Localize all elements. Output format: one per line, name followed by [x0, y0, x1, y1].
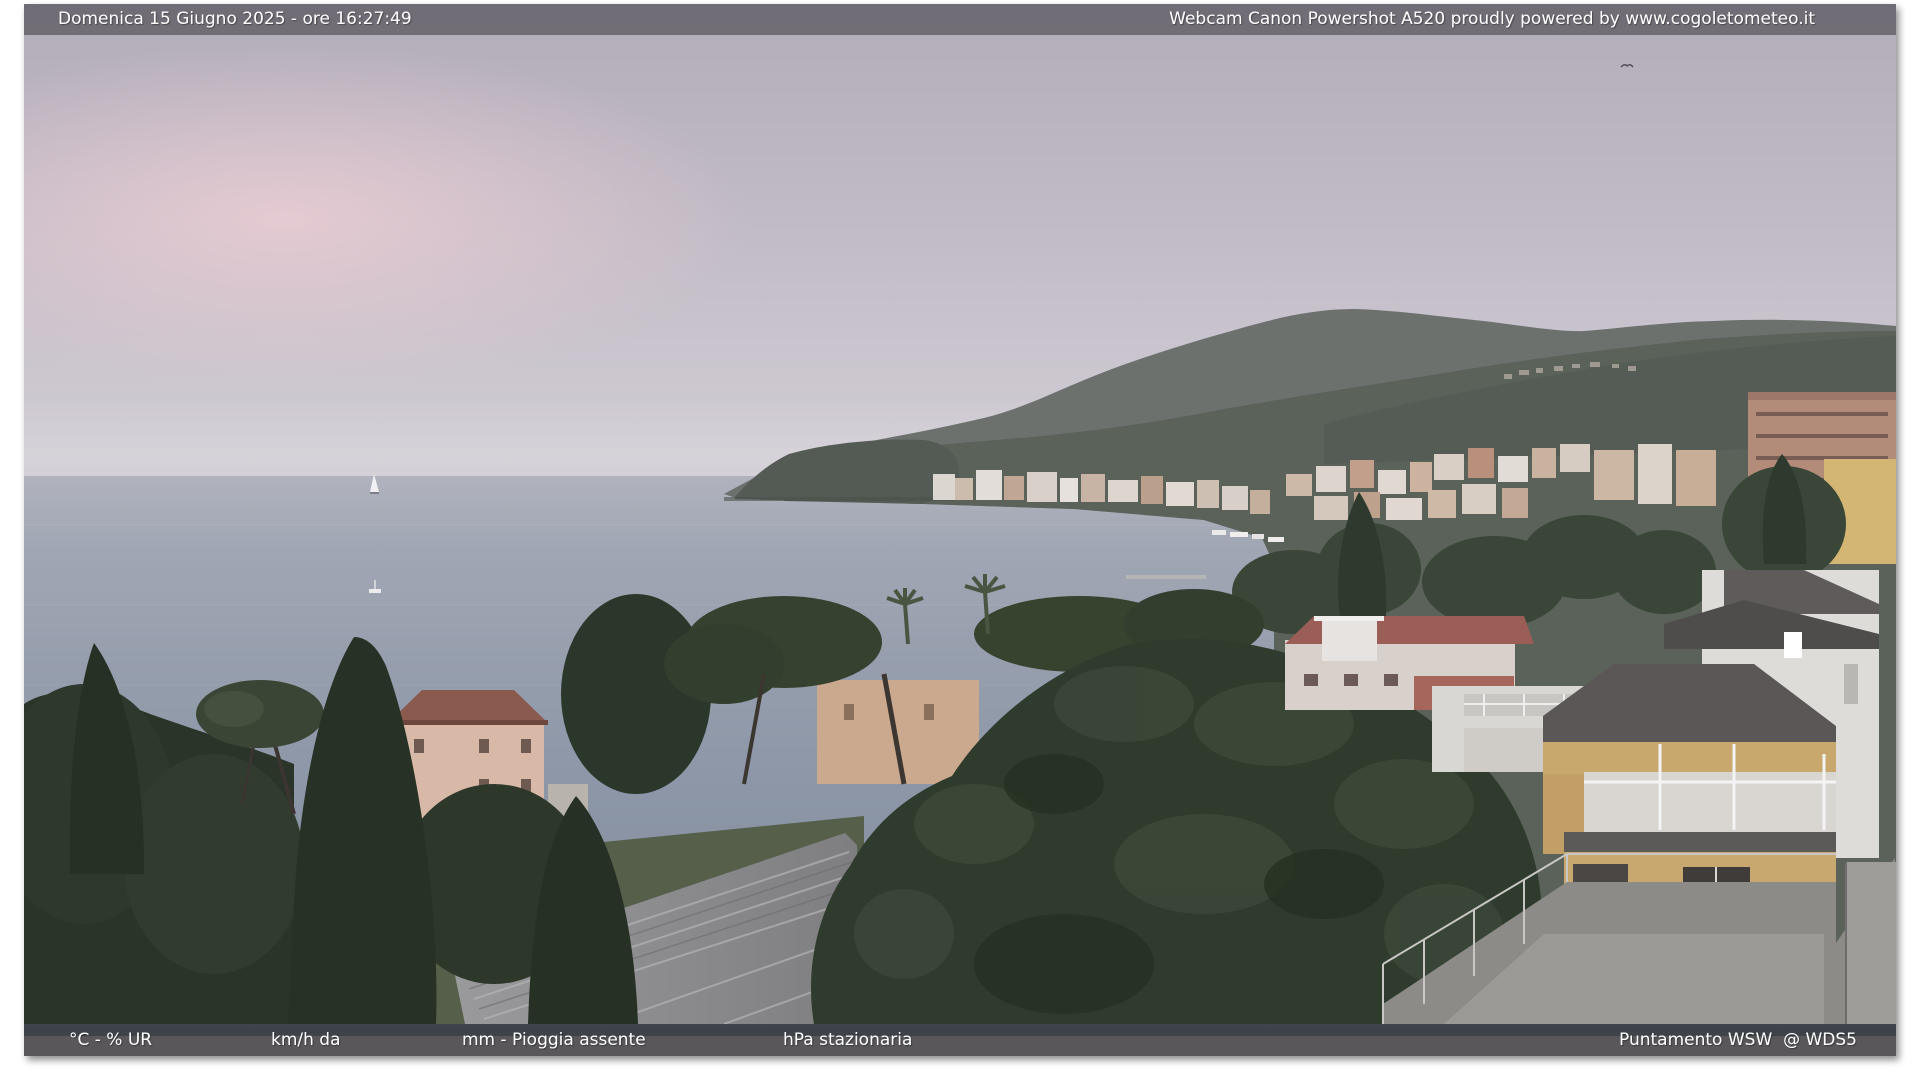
webcam-photo: [24, 4, 1896, 1036]
pressure-label: hPa stazionaria: [783, 1030, 913, 1050]
rain-cloud-icon: [414, 1026, 446, 1054]
temperature-humidity-label: °C - % UR: [69, 1030, 153, 1050]
barometer-icon: [738, 1026, 766, 1054]
pier: [1126, 575, 1206, 579]
weather-info-bar: °C - % UR km/h da mm - Pioggia assente h…: [24, 1024, 1896, 1056]
thermometer-icon: [36, 1026, 56, 1054]
webcam-credits-label: Webcam Canon Powershot A520 proudly powe…: [1169, 9, 1815, 29]
wind-speed-label: km/h da: [271, 1030, 341, 1050]
webcam-frame: Domenica 15 Giugno 2025 - ore 16:27:49 W…: [24, 4, 1896, 1056]
camera-pointing-label: Puntamento WSW @ WDS5: [1619, 1030, 1857, 1050]
windsock-icon: [225, 1026, 255, 1054]
rainfall-label: mm - Pioggia assente: [462, 1030, 646, 1050]
top-info-bar: Domenica 15 Giugno 2025 - ore 16:27:49 W…: [24, 4, 1896, 35]
date-time-label: Domenica 15 Giugno 2025 - ore 16:27:49: [58, 9, 412, 29]
center-house: [817, 680, 979, 784]
